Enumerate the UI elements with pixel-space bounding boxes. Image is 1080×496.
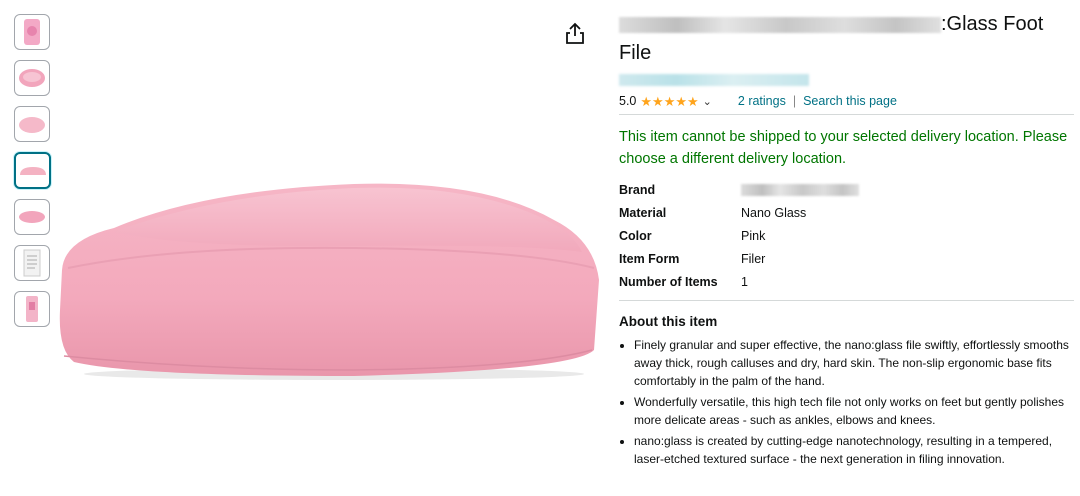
thumbnail-file-side-image — [19, 166, 46, 175]
foot-file-image — [59, 183, 600, 380]
spec-value: Nano Glass — [741, 205, 807, 220]
chevron-down-icon[interactable]: ⌄ — [703, 95, 712, 108]
spec-key: Brand — [619, 182, 656, 197]
rating-value: 5.0 — [619, 94, 637, 108]
separator: | — [792, 94, 797, 108]
store-link-blurred[interactable] — [619, 74, 809, 86]
thumbnail-2[interactable] — [14, 60, 50, 96]
thumbnail-instructions-image — [23, 249, 41, 277]
star-icon: ★ — [640, 93, 653, 109]
about-bullets: Finely granular and super effective, the… — [619, 336, 1074, 468]
thumbnail-4-selected[interactable] — [14, 152, 51, 189]
product-page: :Glass Foot File 5.0 ★ ★ ★ ★ ★ ⌄ 2 ratin… — [0, 0, 1080, 496]
spec-row: Color Pink — [619, 224, 859, 247]
spec-row: Brand — [619, 178, 859, 201]
thumbnail-package-image — [26, 296, 38, 322]
thumbnail-7[interactable] — [14, 291, 50, 327]
thumbnail-file-angle-image — [19, 117, 45, 133]
title-line-2: File — [619, 42, 652, 64]
spec-key: Number of Items — [619, 274, 718, 289]
blurred-brand-text — [619, 16, 941, 33]
about-bullet: Wonderfully versatile, this high tech fi… — [634, 393, 1074, 429]
thumbnail-1[interactable] — [14, 14, 50, 50]
thumbnail-5[interactable] — [14, 199, 50, 235]
blurred-brand-value — [741, 184, 859, 197]
ratings-link[interactable]: 2 ratings — [738, 94, 786, 108]
spec-key: Color — [619, 228, 652, 243]
spec-value-brand-blurred — [741, 178, 859, 201]
spec-row: Material Nano Glass — [619, 201, 859, 224]
spec-value: Pink — [741, 228, 766, 243]
spec-key: Item Form — [619, 251, 680, 266]
star-rating[interactable]: ★ ★ ★ ★ ★ — [640, 95, 698, 108]
product-details: :Glass Foot File 5.0 ★ ★ ★ ★ ★ ⌄ 2 ratin… — [619, 10, 1074, 471]
share-button[interactable] — [564, 22, 586, 46]
thumbnail-box-image — [24, 19, 40, 45]
product-title: :Glass Foot File — [619, 10, 1074, 68]
thumbnail-file-top-image — [19, 69, 45, 87]
star-icon: ★ — [687, 93, 699, 109]
divider — [619, 300, 1074, 301]
shipping-message: This item cannot be shipped to your sele… — [619, 129, 1068, 167]
spec-row: Number of Items 1 — [619, 270, 859, 293]
star-icon: ★ — [652, 93, 664, 109]
search-page-link[interactable]: Search this page — [803, 94, 897, 108]
divider — [619, 114, 1074, 115]
star-icon: ★ — [675, 93, 688, 109]
about-title: About this item — [619, 314, 718, 329]
thumbnail-6[interactable] — [14, 245, 50, 281]
spec-row: Item Form Filer — [619, 247, 859, 270]
spec-key: Material — [619, 205, 667, 220]
rating-row: 5.0 ★ ★ ★ ★ ★ ⌄ 2 ratings | Search this … — [619, 92, 1074, 110]
spec-table: Brand Material Nano Glass Color Pink Ite… — [619, 178, 859, 293]
spec-value: 1 — [741, 274, 748, 289]
share-icon — [566, 22, 584, 44]
thumbnail-strip — [14, 14, 52, 337]
about-bullet: Finely granular and super effective, the… — [634, 336, 1074, 390]
main-product-image[interactable] — [54, 150, 602, 390]
thumbnail-file-front-image — [19, 211, 45, 223]
spec-value: Filer — [741, 251, 766, 266]
title-suffix: :Glass Foot — [941, 13, 1044, 35]
star-icon: ★ — [663, 93, 676, 109]
about-bullet: nano:glass is created by cutting-edge na… — [634, 432, 1074, 468]
thumbnail-3[interactable] — [14, 106, 50, 142]
